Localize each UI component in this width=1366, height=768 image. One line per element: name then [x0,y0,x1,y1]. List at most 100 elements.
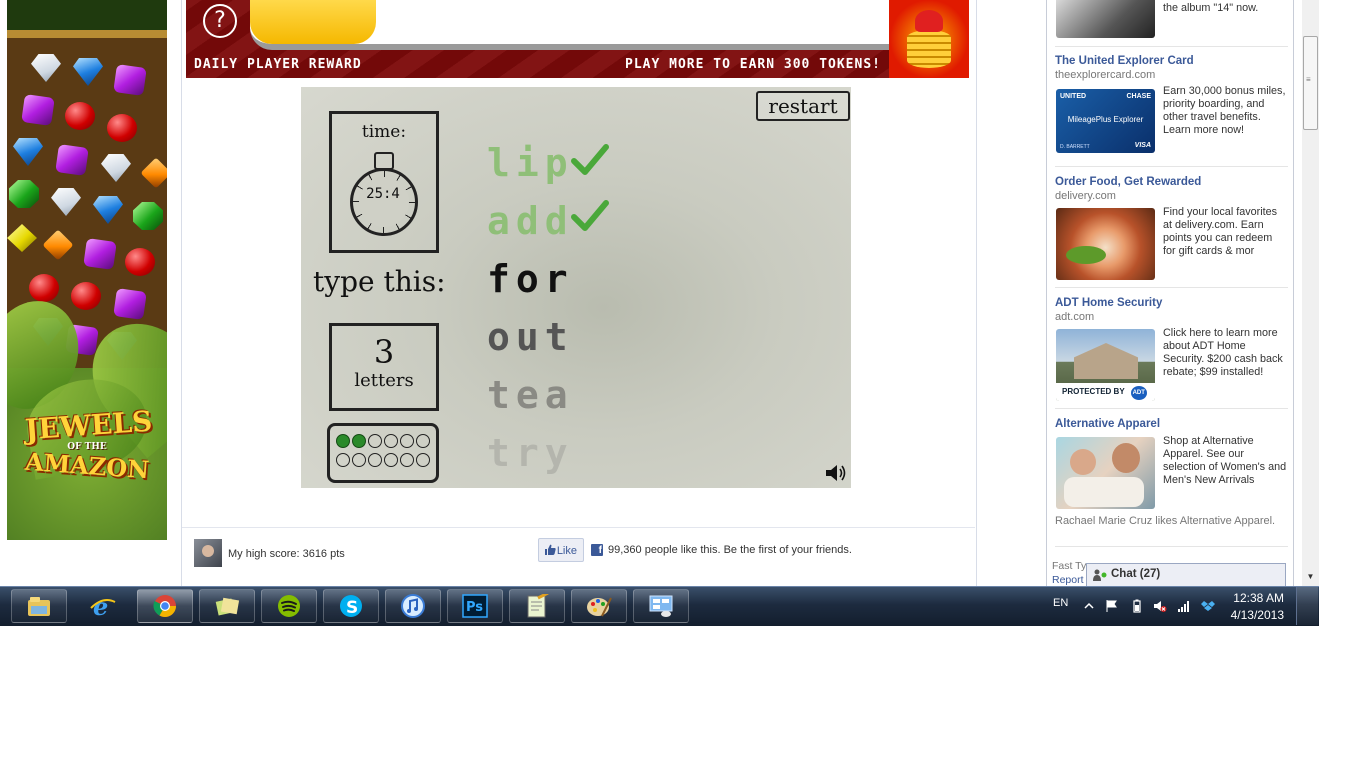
itunes-icon [401,594,425,618]
taskbar-paint-button[interactable] [571,589,627,623]
svg-text:S: S [346,598,358,618]
type-prompt: type this: [313,265,446,298]
ad-title-united[interactable]: The United Explorer Card [1055,55,1194,67]
typing-game[interactable]: restart time: 25:4 type this: 3 letters … [301,87,851,488]
completed-word: lip [487,141,574,185]
purple-gem-icon [21,94,55,126]
orange-gem-icon [140,157,167,189]
clock-time[interactable]: 12:38 AM [1232,591,1284,605]
progress-dot-empty [400,434,414,448]
house-image[interactable]: PROTECTED BY ADT [1056,329,1155,401]
purple-gem-icon [83,238,117,270]
speaker-icon[interactable] [825,463,847,483]
taskbar-notepad-button[interactable] [509,589,565,623]
orange-gem-icon [42,229,74,261]
taskbar-spotify-button[interactable] [261,589,317,623]
chrome-icon [153,595,176,617]
chat-label[interactable]: Chat (27) [1111,568,1160,580]
red-gem-icon [71,282,101,310]
blue-gem-icon [93,196,123,224]
taskbar-itunes-button[interactable] [385,589,441,623]
like-count-text: 99,360 people like this. Be the first of… [608,544,852,556]
control-panel-icon [649,595,673,617]
restart-button[interactable]: restart [756,91,850,121]
credit-card-image[interactable]: UNITED CHASE MileagePlus Explorer D. BAR… [1056,89,1155,153]
skype-icon: S [340,595,362,618]
progress-dots-panel [327,423,439,483]
report-link[interactable]: Report [1052,574,1084,586]
jewels-of-the-amazon-ad[interactable]: JEWELS OF THE AMAZON [7,0,167,540]
upcoming-word: tea [487,373,574,417]
timer-panel: time: 25:4 [329,111,439,253]
facebook-icon: f [591,544,603,556]
timer-value: 25:4 [366,186,400,202]
ad-divider [1055,408,1288,409]
white-gem-icon [51,188,81,216]
taskbar-photoshop-button[interactable]: Ps [447,589,503,623]
purple-gem-icon [55,144,89,176]
purple-gem-icon [113,288,147,320]
fast-text: Fast Ty [1052,560,1087,572]
red-gem-icon [107,114,137,142]
volume-muted-icon[interactable] [1153,599,1167,613]
ad-divider [1055,166,1288,167]
taskbar-chrome-button[interactable] [137,589,193,623]
ad-divider [1055,546,1288,547]
battery-icon[interactable] [1130,599,1144,613]
letters-count: 3 [373,333,395,371]
food-image[interactable] [1056,208,1155,280]
chat-online-icon [1093,569,1107,581]
ad-body-text: Shop at Alternative Apparel. See our sel… [1163,435,1287,486]
progress-dot-empty [384,453,398,467]
ad-divider [1055,46,1288,47]
ad-title-adt[interactable]: ADT Home Security [1055,297,1162,309]
scroll-grip-icon: ≡ [1306,75,1311,84]
social-context-text: Rachael Marie Cruz likes Alternative App… [1055,515,1276,527]
clock-date[interactable]: 4/13/2013 [1222,608,1284,622]
green-gem-icon [133,202,163,230]
taskbar-control-panel-button[interactable] [633,589,689,623]
progress-dot-empty [416,434,430,448]
like-label: Like [556,545,577,557]
paint-icon [587,597,612,617]
blue-gem-icon [13,138,43,166]
progress-dot-empty [352,453,366,467]
show-hidden-icons-icon[interactable] [1082,599,1096,613]
svg-text:e: e [93,594,108,618]
spotify-icon [278,595,300,617]
show-desktop-button[interactable] [1296,587,1318,625]
avatar[interactable] [194,539,222,567]
ad-body-text: Find your local favorites at delivery.co… [1163,206,1278,257]
dropbox-icon[interactable] [1201,599,1215,613]
help-icon[interactable]: ? [203,4,237,38]
like-button[interactable]: Like [538,538,584,562]
daily-reward-banner: ? DAILY PLAYER REWARD PLAY MORE TO EARN … [186,0,969,78]
stopwatch-icon: 25:4 [350,152,418,236]
purple-gem-icon [113,64,147,96]
checkmark-icon [571,144,609,175]
taskbar-windows-explorer-button[interactable] [199,589,255,623]
windows-explorer-icon [215,597,240,616]
couple-image[interactable] [1056,437,1155,509]
language-indicator[interactable]: EN [1053,597,1068,609]
yellow-gem-icon [7,224,37,252]
like-bar: My high score: 3616 pts Like f 99,360 pe… [182,527,975,586]
scroll-down-arrow-icon[interactable]: ▼ [1303,570,1318,584]
token-gift-icon[interactable] [889,0,969,78]
letters-panel: 3 letters [329,323,439,411]
ad-divider [1055,287,1288,288]
ad-title-delivery[interactable]: Order Food, Get Rewarded [1055,176,1201,188]
taskbar-skype-button[interactable]: S [323,589,379,623]
taskbar-ie-button[interactable]: e [75,589,131,623]
file-explorer-icon [28,597,50,616]
earn-tokens-text: PLAY MORE TO EARN 300 TOKENS! [625,57,881,72]
ad-title-alternative-apparel[interactable]: Alternative Apparel [1055,418,1160,430]
progress-dot-empty [336,453,350,467]
progress-dot-filled [352,434,366,448]
wifi-signal-icon[interactable] [1177,599,1191,613]
album-ad-image[interactable] [1056,0,1155,38]
taskbar-explorer-button[interactable] [11,589,67,623]
letters-label: letters [354,370,414,391]
progress-dot-empty [368,453,382,467]
action-center-flag-icon[interactable] [1105,599,1119,613]
